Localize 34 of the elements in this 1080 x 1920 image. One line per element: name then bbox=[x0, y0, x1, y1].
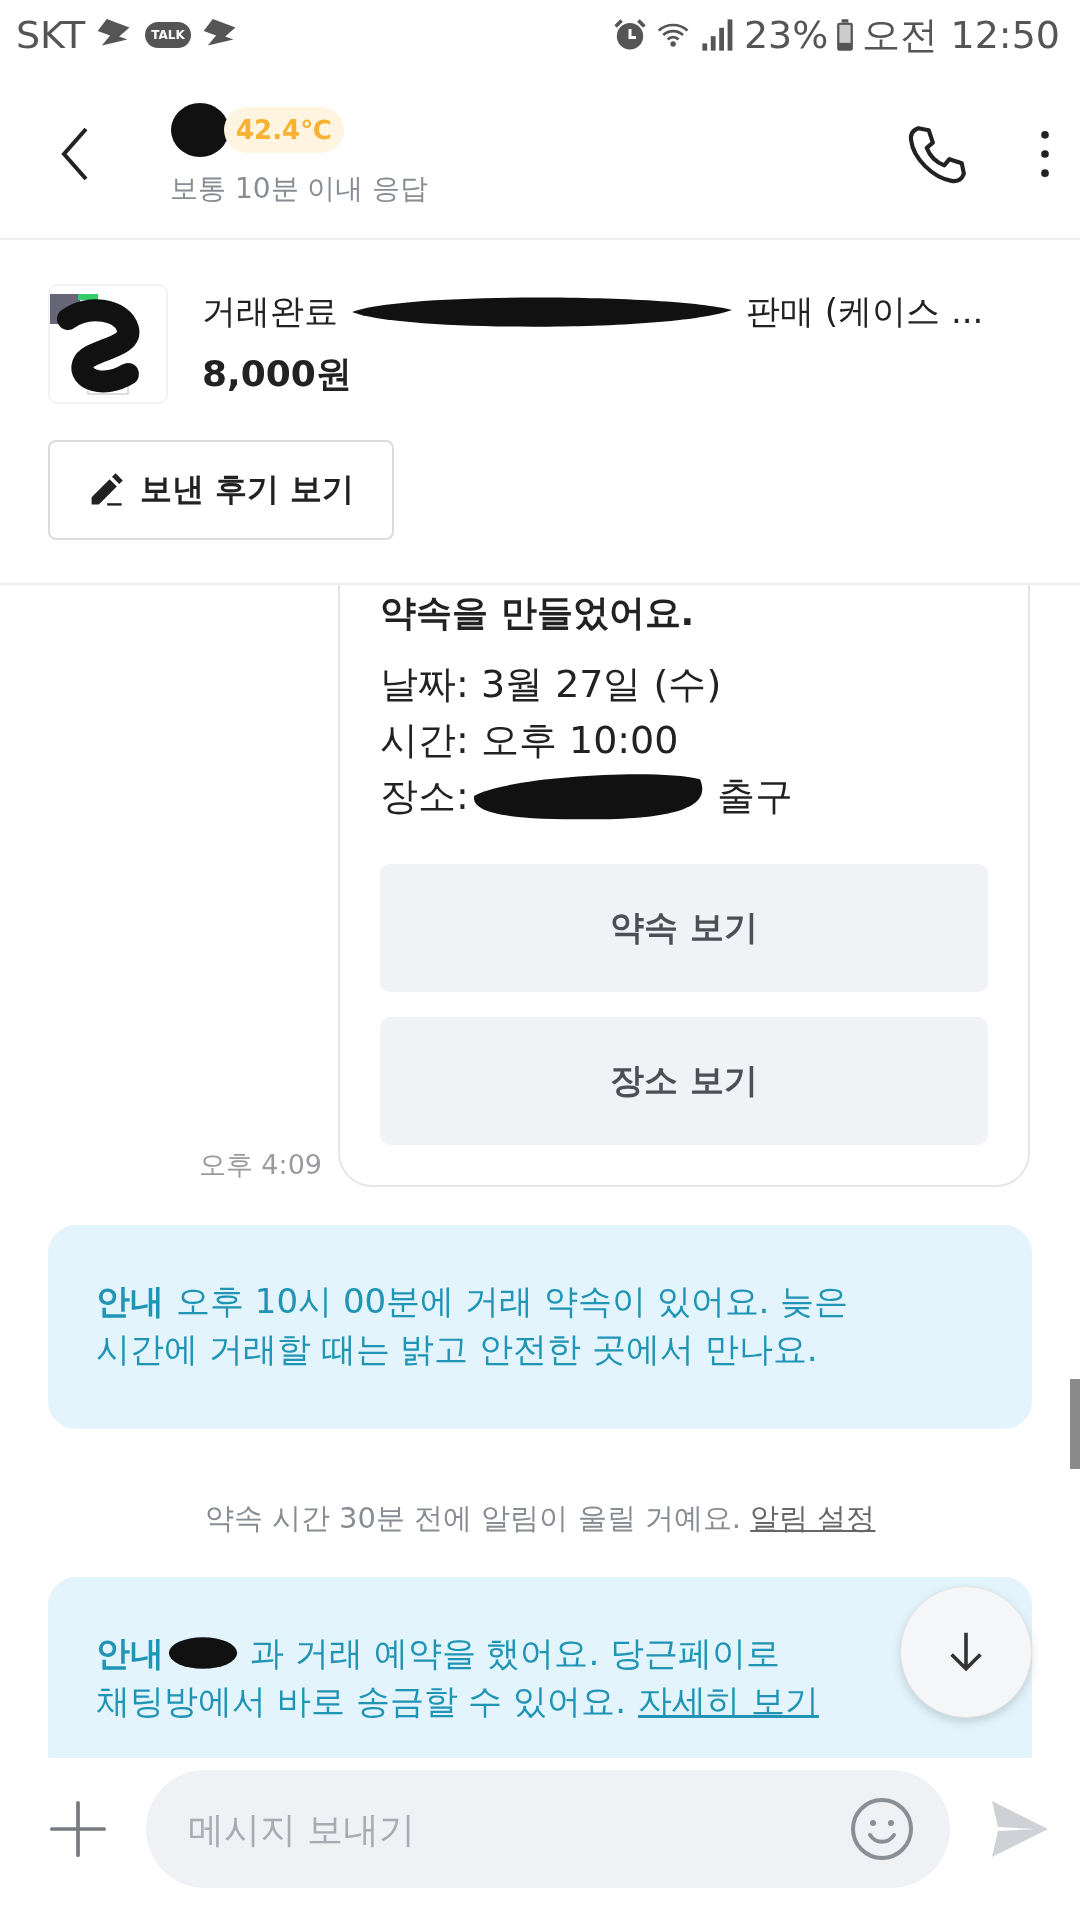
back-icon[interactable] bbox=[60, 126, 90, 182]
phone-icon[interactable] bbox=[906, 123, 968, 185]
appointment-place-label: 장소: bbox=[380, 773, 469, 820]
notice-label: 안내 bbox=[96, 1280, 164, 1323]
message-input[interactable]: 메시지 보내기 bbox=[186, 1807, 850, 1851]
card-action-button[interactable]: 약속 보기 bbox=[380, 864, 988, 992]
more-icon[interactable] bbox=[1040, 130, 1050, 178]
battery-icon bbox=[836, 18, 855, 52]
card-action-button[interactable]: 장소 보기 bbox=[380, 1017, 988, 1145]
clock: 오전 12:50 bbox=[862, 11, 1060, 59]
notice-label: 안내 bbox=[96, 1632, 164, 1675]
battery-percent: 23% bbox=[743, 13, 829, 57]
alarm-settings-link[interactable]: 알림 설정 bbox=[750, 1501, 876, 1535]
notice-text: 시간에 거래할 때는 밝고 안전한 곳에서 만나요. bbox=[96, 1328, 818, 1371]
review-button[interactable]: 보낸 후기 보기 bbox=[48, 439, 395, 540]
message-time: 오후 4:09 bbox=[198, 1148, 322, 1182]
plus-icon[interactable] bbox=[50, 1801, 106, 1857]
notice-text: 채팅방에서 바로 송금할 수 있어요. bbox=[96, 1680, 627, 1723]
notice-text: 오후 10시 00분에 거래 약속이 있어요. 늦은 bbox=[176, 1280, 849, 1323]
talk-notification-icon: TALK bbox=[145, 22, 191, 48]
appointment-heading: 약속을 만들었어요. bbox=[380, 591, 696, 635]
trade-status: 거래완료 bbox=[202, 290, 338, 333]
alarm-note: 약속 시간 30분 전에 알림이 울릴 거예요. 알림 설정 bbox=[204, 1501, 876, 1535]
product-title: 판매 (케이스 ... bbox=[746, 290, 984, 333]
notice-text: 과 거래 예약을 했어요. 당근페이로 bbox=[250, 1632, 781, 1675]
appointment-date: 날짜: 3월 27일 (수) bbox=[380, 661, 723, 708]
response-time: 보통 10분 이내 응답 bbox=[170, 171, 429, 207]
product-price: 8,000원 bbox=[202, 352, 353, 396]
appointment-time: 시간: 오후 10:00 bbox=[380, 717, 680, 764]
appointment-place: 출구 bbox=[716, 773, 793, 820]
carrier-label: SKT bbox=[16, 13, 86, 57]
manner-temperature: 42.4℃ bbox=[224, 107, 344, 153]
message-field[interactable]: 메시지 보내기 bbox=[146, 1770, 950, 1888]
emoji-icon[interactable] bbox=[850, 1797, 914, 1861]
